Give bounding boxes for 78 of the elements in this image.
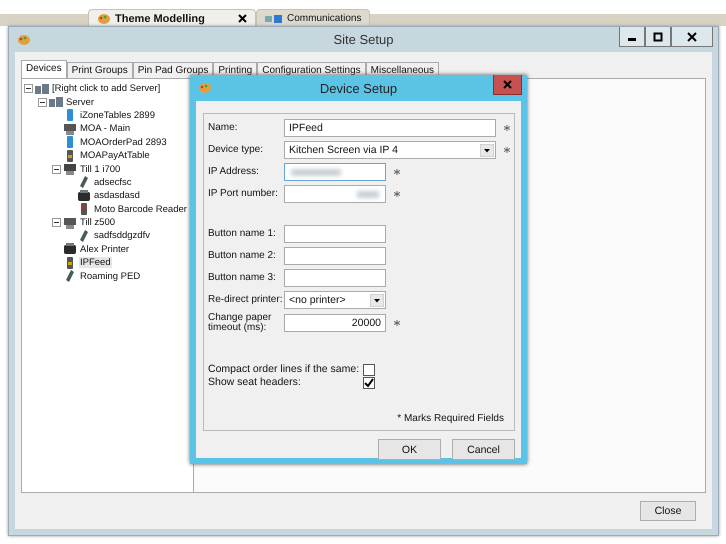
terminal-icon [63,122,77,136]
app-tab[interactable]: Communications [256,9,370,27]
printer-icon [77,188,91,203]
input-field[interactable] [284,163,386,181]
close-icon[interactable] [238,14,247,23]
tree-item[interactable]: Till 1 i700 [79,164,122,175]
collapse-icon[interactable] [52,218,61,228]
input-field[interactable]: 20000 [284,314,386,332]
tree-item[interactable]: Roaming PED [79,270,142,282]
dialog-button[interactable]: OK [378,439,441,460]
field-label: IP Port number: [208,189,279,199]
close-button[interactable] [671,27,713,47]
checkbox-label: Compact order lines if the same: [208,363,360,376]
tab[interactable]: Pin Pad Groups [132,62,214,78]
field-label: Change paper timeout (ms): [208,313,272,333]
checkbox[interactable] [363,376,376,388]
server-icon [35,82,49,96]
dialog-title: Device Setup [320,81,398,96]
tree-item[interactable]: Alex Printer [79,244,130,255]
palette-icon [97,12,111,24]
tree-item[interactable]: Server [65,96,95,108]
tree-item[interactable]: asdasdasd [93,190,141,202]
field-label: Button name 2: [208,251,277,261]
required-note: * Marks Required Fields [397,413,504,424]
tree-item[interactable]: MOA - Main [79,123,132,134]
tab[interactable]: Print Groups [66,62,133,78]
field-label: IP Address: [208,167,260,177]
app-tab-label: Communications [287,13,362,24]
input-field[interactable] [284,225,386,243]
field-label: Button name 3: [208,273,277,283]
tree-item[interactable]: MOAOrderPad 2893 [79,136,168,148]
minimize-button[interactable] [619,27,645,47]
close-icon [687,32,697,42]
collapse-icon[interactable] [52,164,61,174]
maximize-button[interactable] [645,27,671,47]
tree-item[interactable]: adsecfsc [93,176,132,188]
field-label: Device type: [208,145,264,155]
network-icon [265,14,283,24]
dropdown[interactable]: <no printer> [284,291,386,309]
printer-icon [63,242,77,256]
input-field[interactable] [284,269,386,287]
caret-icon[interactable] [480,144,494,156]
collapse-icon[interactable] [24,84,33,94]
checkbox-label: Show seat headers: [208,376,302,389]
close-icon [503,80,512,89]
app-tab-label: Theme Modelling [115,12,205,24]
tree-item[interactable]: MOAPayAtTable [79,150,151,162]
app-tab[interactable]: Theme Modelling [88,9,256,27]
palette-icon [17,34,31,46]
tree-item[interactable]: IPFeed [79,257,112,268]
close-button[interactable]: Close [640,501,696,521]
handheld-icon [63,269,77,284]
tree-item[interactable]: Moto Barcode Reader [93,204,188,215]
collapse-icon[interactable] [38,98,47,107]
caret-icon[interactable] [370,294,384,306]
terminal-icon [63,216,77,230]
dropdown[interactable]: Kitchen Screen via IP 4 [284,141,496,159]
input-field[interactable] [284,185,386,203]
tree-item[interactable]: Till z500 [79,217,116,228]
field-label: Button name 1: [208,229,277,239]
handheld-icon [77,175,91,190]
minimize-icon [628,38,636,40]
handheld-icon [77,229,91,243]
tab[interactable]: Devices [21,60,67,78]
server-icon [49,95,63,110]
dialog-button[interactable]: Cancel [452,439,515,460]
checkbox[interactable] [363,364,376,376]
field-label: Name: [208,123,238,133]
input-field[interactable]: IPFeed [284,119,496,137]
maximize-icon [653,32,663,42]
input-field[interactable] [284,247,386,265]
palette-icon [198,82,212,94]
tree-item[interactable]: sadfsddgzdfv [93,230,151,242]
tree-item[interactable]: iZoneTables 2899 [79,110,156,121]
field-label: Re-direct printer: [208,295,284,305]
window-title: Site Setup [334,32,394,47]
tree-item[interactable]: [Right click to add Server] [51,83,162,94]
till-icon [63,162,77,176]
